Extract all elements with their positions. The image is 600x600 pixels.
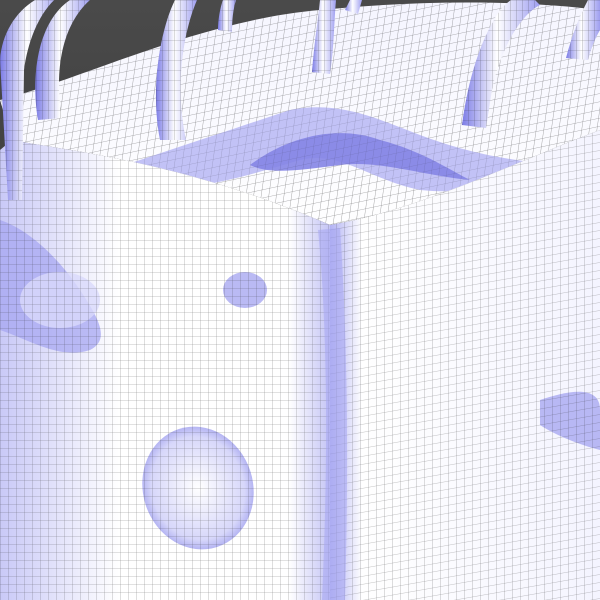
mesh-render bbox=[0, 0, 600, 600]
viewport-3d[interactable] bbox=[0, 0, 600, 600]
